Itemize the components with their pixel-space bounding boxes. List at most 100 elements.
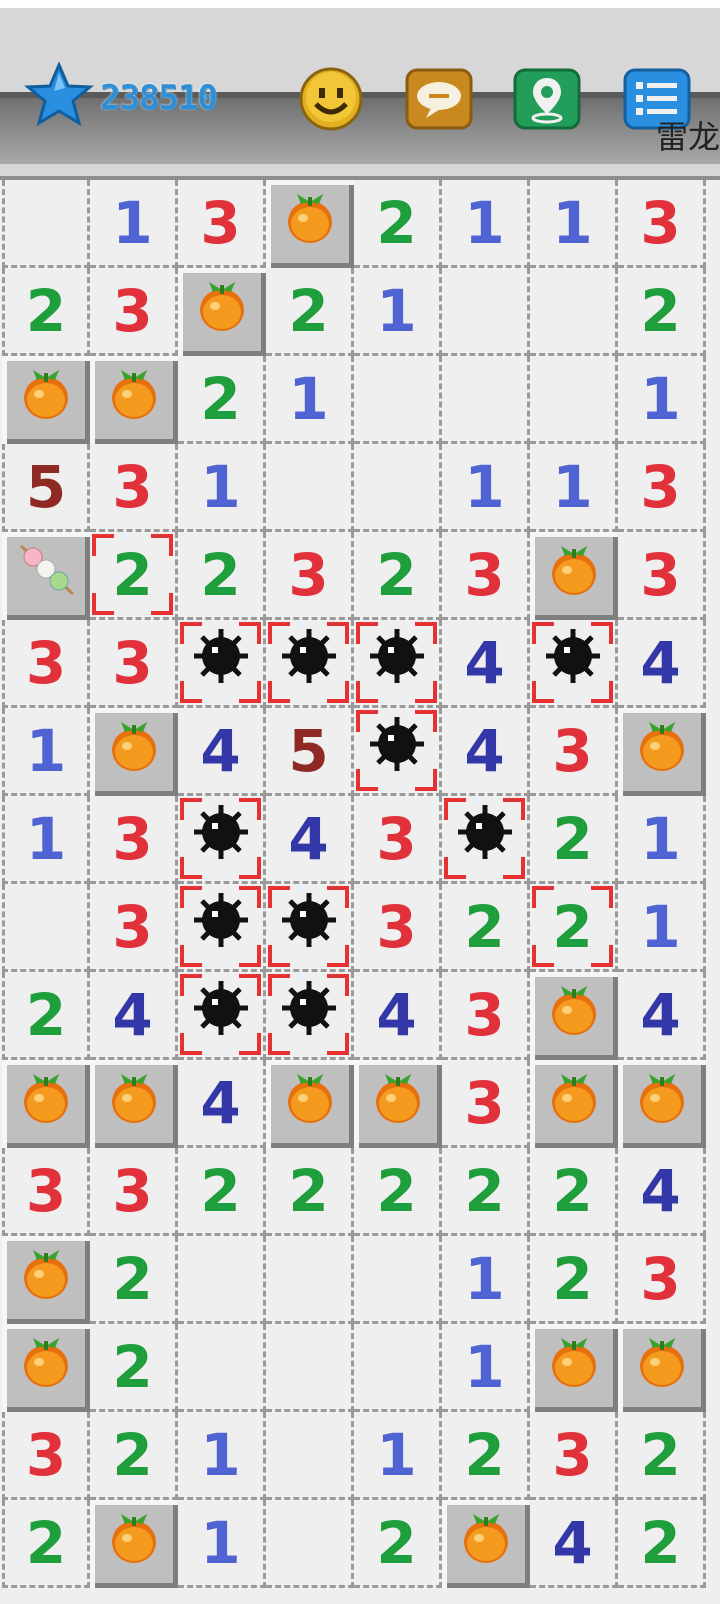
number-cell[interactable]: 2 xyxy=(266,1148,354,1236)
empty-cell[interactable] xyxy=(530,356,618,444)
number-cell[interactable]: 2 xyxy=(2,972,90,1060)
number-cell[interactable]: 2 xyxy=(530,884,618,972)
number-cell[interactable]: 1 xyxy=(442,1324,530,1412)
number-cell[interactable]: 1 xyxy=(266,356,354,444)
number-cell[interactable]: 2 xyxy=(90,532,178,620)
number-cell[interactable]: 3 xyxy=(530,708,618,796)
number-cell[interactable]: 5 xyxy=(2,444,90,532)
number-cell[interactable]: 3 xyxy=(178,180,266,268)
closed-cell[interactable] xyxy=(90,708,178,796)
number-cell[interactable]: 2 xyxy=(354,180,442,268)
empty-cell[interactable] xyxy=(266,1412,354,1500)
number-cell[interactable]: 1 xyxy=(618,884,706,972)
empty-cell[interactable] xyxy=(266,444,354,532)
number-cell[interactable]: 2 xyxy=(266,268,354,356)
number-cell[interactable]: 4 xyxy=(618,620,706,708)
number-cell[interactable]: 3 xyxy=(90,444,178,532)
closed-cell[interactable] xyxy=(90,1060,178,1148)
number-cell[interactable]: 2 xyxy=(618,268,706,356)
closed-cell[interactable] xyxy=(442,1500,530,1588)
number-cell[interactable]: 2 xyxy=(530,1236,618,1324)
number-cell[interactable]: 4 xyxy=(530,1500,618,1588)
mine-cell[interactable] xyxy=(178,884,266,972)
number-cell[interactable]: 1 xyxy=(530,180,618,268)
number-cell[interactable]: 2 xyxy=(2,1500,90,1588)
closed-cell[interactable] xyxy=(618,1060,706,1148)
number-cell[interactable]: 2 xyxy=(354,1500,442,1588)
number-cell[interactable]: 3 xyxy=(90,884,178,972)
number-cell[interactable]: 3 xyxy=(618,532,706,620)
empty-cell[interactable] xyxy=(354,356,442,444)
number-cell[interactable]: 1 xyxy=(618,796,706,884)
number-cell[interactable]: 1 xyxy=(442,180,530,268)
mine-cell[interactable] xyxy=(266,884,354,972)
empty-cell[interactable] xyxy=(178,1324,266,1412)
number-cell[interactable]: 1 xyxy=(618,356,706,444)
mine-cell[interactable] xyxy=(354,708,442,796)
closed-cell[interactable] xyxy=(618,708,706,796)
closed-cell[interactable] xyxy=(530,1324,618,1412)
number-cell[interactable]: 1 xyxy=(354,1412,442,1500)
number-cell[interactable]: 3 xyxy=(442,532,530,620)
number-cell[interactable]: 4 xyxy=(618,972,706,1060)
closed-cell[interactable] xyxy=(178,268,266,356)
empty-cell[interactable] xyxy=(2,180,90,268)
closed-cell[interactable] xyxy=(2,532,90,620)
mine-cell[interactable] xyxy=(266,972,354,1060)
number-cell[interactable]: 2 xyxy=(178,532,266,620)
closed-cell[interactable] xyxy=(2,356,90,444)
number-cell[interactable]: 3 xyxy=(618,444,706,532)
empty-cell[interactable] xyxy=(178,1236,266,1324)
number-cell[interactable]: 4 xyxy=(618,1148,706,1236)
empty-cell[interactable] xyxy=(354,444,442,532)
number-cell[interactable]: 1 xyxy=(178,1412,266,1500)
mine-cell[interactable] xyxy=(266,620,354,708)
number-cell[interactable]: 2 xyxy=(178,356,266,444)
number-cell[interactable]: 4 xyxy=(442,708,530,796)
number-cell[interactable]: 2 xyxy=(618,1412,706,1500)
closed-cell[interactable] xyxy=(2,1324,90,1412)
number-cell[interactable]: 2 xyxy=(618,1500,706,1588)
number-cell[interactable]: 2 xyxy=(354,532,442,620)
number-cell[interactable]: 4 xyxy=(178,1060,266,1148)
number-cell[interactable]: 1 xyxy=(178,1500,266,1588)
empty-cell[interactable] xyxy=(2,884,90,972)
number-cell[interactable]: 3 xyxy=(2,1148,90,1236)
empty-cell[interactable] xyxy=(442,268,530,356)
number-cell[interactable]: 1 xyxy=(354,268,442,356)
number-cell[interactable]: 2 xyxy=(90,1412,178,1500)
number-cell[interactable]: 2 xyxy=(178,1148,266,1236)
number-cell[interactable]: 3 xyxy=(442,1060,530,1148)
empty-cell[interactable] xyxy=(442,356,530,444)
number-cell[interactable]: 3 xyxy=(618,1236,706,1324)
empty-cell[interactable] xyxy=(530,268,618,356)
smiley-button[interactable] xyxy=(296,64,366,134)
chat-button[interactable] xyxy=(404,64,474,134)
number-cell[interactable]: 2 xyxy=(90,1236,178,1324)
number-cell[interactable]: 2 xyxy=(442,1148,530,1236)
number-cell[interactable]: 3 xyxy=(266,532,354,620)
number-cell[interactable]: 2 xyxy=(354,1148,442,1236)
number-cell[interactable]: 4 xyxy=(266,796,354,884)
closed-cell[interactable] xyxy=(2,1060,90,1148)
number-cell[interactable]: 3 xyxy=(618,180,706,268)
number-cell[interactable]: 1 xyxy=(442,1236,530,1324)
closed-cell[interactable] xyxy=(90,356,178,444)
closed-cell[interactable] xyxy=(530,532,618,620)
number-cell[interactable]: 3 xyxy=(354,796,442,884)
number-cell[interactable]: 3 xyxy=(2,1412,90,1500)
closed-cell[interactable] xyxy=(530,1060,618,1148)
empty-cell[interactable] xyxy=(354,1324,442,1412)
empty-cell[interactable] xyxy=(266,1236,354,1324)
number-cell[interactable]: 1 xyxy=(442,444,530,532)
number-cell[interactable]: 3 xyxy=(90,620,178,708)
number-cell[interactable]: 2 xyxy=(2,268,90,356)
number-cell[interactable]: 4 xyxy=(442,620,530,708)
empty-cell[interactable] xyxy=(354,1236,442,1324)
number-cell[interactable]: 3 xyxy=(442,972,530,1060)
number-cell[interactable]: 3 xyxy=(90,268,178,356)
number-cell[interactable]: 1 xyxy=(2,796,90,884)
number-cell[interactable]: 3 xyxy=(354,884,442,972)
number-cell[interactable]: 2 xyxy=(530,796,618,884)
number-cell[interactable]: 2 xyxy=(442,884,530,972)
